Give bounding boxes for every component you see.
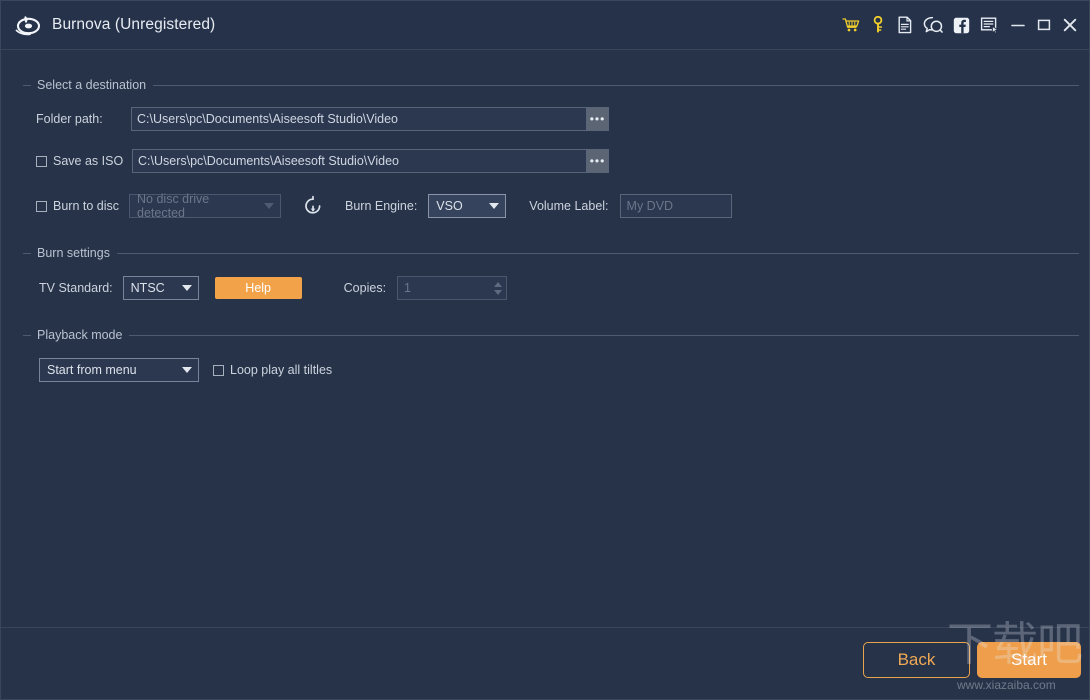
burn-to-disc-label: Burn to disc (53, 199, 120, 213)
refresh-icon[interactable] (300, 193, 326, 219)
burn-engine-label: Burn Engine: (345, 199, 418, 213)
group-rule (129, 335, 1079, 336)
save-as-iso-label: Save as ISO (53, 154, 124, 168)
chevron-down-icon (176, 277, 198, 299)
folder-path-browse-button[interactable]: ••• (586, 108, 608, 130)
back-button-label: Back (897, 650, 936, 669)
disc-drive-select-value: No disc drive detected (137, 192, 210, 220)
iso-path-input[interactable]: C:\Users\pc\Documents\Aiseesoft Studio\V… (133, 150, 586, 172)
destination-group-title: Select a destination (37, 78, 147, 92)
help-button[interactable]: Help (214, 277, 302, 299)
tv-standard-select[interactable]: NTSC (122, 276, 199, 300)
playback-group-title: Playback mode (37, 328, 123, 342)
back-button[interactable]: Back (863, 642, 970, 678)
copies-label: Copies: (343, 281, 387, 295)
playback-group: Playback mode (23, 326, 1079, 344)
copies-stepper[interactable]: 1 (397, 276, 508, 300)
start-button[interactable]: Start (977, 642, 1081, 678)
burn-settings-row: TV Standard: NTSC Help Copies: 1 (39, 276, 508, 300)
feedback-icon[interactable] (975, 9, 1005, 41)
close-button[interactable] (1057, 10, 1083, 40)
burn-settings-group-header: Burn settings (23, 244, 1079, 262)
footer-bar: Back Start 下载吧 www.xiazaiba.com (1, 619, 1089, 699)
main-content: Select a destination Folder path: C:\Use… (1, 50, 1089, 629)
loop-play-checkbox-box[interactable] (213, 364, 224, 376)
chat-icon[interactable] (918, 9, 948, 41)
start-button-label: Start (1011, 650, 1047, 669)
group-rule (153, 85, 1079, 86)
burnova-window: Burnova (Unregistered) Select a destinat… (0, 0, 1090, 700)
burnova-disc-logo (13, 10, 43, 40)
destination-group-header: Select a destination (23, 76, 1079, 94)
key-icon[interactable] (864, 9, 891, 41)
watermark-url-text: www.xiazaiba.com (957, 678, 1056, 692)
chevron-down-icon (176, 359, 198, 381)
tv-standard-select-value: NTSC (130, 281, 165, 295)
facebook-icon[interactable] (948, 9, 975, 41)
disc-drive-select[interactable]: No disc drive detected (129, 192, 282, 220)
folder-path-field[interactable]: C:\Users\pc\Documents\Aiseesoft Studio\V… (131, 107, 609, 131)
burn-to-disc-checkbox-box[interactable] (36, 200, 47, 212)
title-bar: Burnova (Unregistered) (1, 1, 1089, 50)
document-icon[interactable] (891, 9, 918, 41)
group-left-stub (23, 85, 31, 86)
titlebar-actions (837, 1, 1089, 49)
save-as-iso-row: Save as ISO C:\Users\pc\Documents\Aisees… (36, 149, 609, 173)
tv-standard-label: TV Standard: (39, 281, 113, 295)
maximize-button[interactable] (1031, 10, 1057, 40)
burn-engine-select-value: VSO (436, 199, 463, 213)
playback-mode-select-value: Start from menu (47, 363, 137, 377)
save-as-iso-checkbox[interactable]: Save as ISO (36, 154, 132, 168)
playback-row: Start from menu Loop play all tiltles (39, 358, 332, 382)
chevron-down-icon (258, 195, 280, 217)
save-as-iso-checkbox-box[interactable] (36, 155, 47, 167)
cart-icon[interactable] (837, 9, 864, 41)
burn-engine-select[interactable]: VSO (428, 194, 507, 218)
volume-label-input[interactable]: My DVD (619, 194, 732, 218)
playback-group-header: Playback mode (23, 326, 1079, 344)
chevron-down-icon (483, 195, 505, 217)
minimize-button[interactable] (1005, 10, 1031, 40)
folder-path-input[interactable]: C:\Users\pc\Documents\Aiseesoft Studio\V… (132, 108, 586, 130)
folder-path-row: Folder path: C:\Users\pc\Documents\Aisee… (36, 107, 609, 131)
group-rule (116, 253, 1079, 254)
stepper-arrows-icon[interactable] (494, 277, 503, 299)
volume-label-label: Volume Label: (529, 199, 609, 213)
window-title: Burnova (Unregistered) (52, 16, 216, 33)
group-left-stub (23, 253, 31, 254)
burn-to-disc-checkbox[interactable]: Burn to disc (36, 199, 119, 213)
copies-value: 1 (404, 281, 411, 295)
burn-settings-group: Burn settings (23, 244, 1079, 262)
group-left-stub (23, 335, 31, 336)
burn-to-disc-row: Burn to disc No disc drive detected Burn… (36, 192, 732, 220)
iso-path-browse-button[interactable]: ••• (586, 150, 608, 172)
destination-group: Select a destination (23, 76, 1079, 94)
iso-path-field[interactable]: C:\Users\pc\Documents\Aiseesoft Studio\V… (132, 149, 609, 173)
folder-path-label: Folder path: (36, 112, 103, 126)
playback-mode-select[interactable]: Start from menu (39, 358, 199, 382)
burn-settings-group-title: Burn settings (37, 246, 110, 260)
loop-play-checkbox[interactable]: Loop play all tiltles (213, 363, 332, 377)
loop-play-label: Loop play all tiltles (230, 363, 333, 377)
